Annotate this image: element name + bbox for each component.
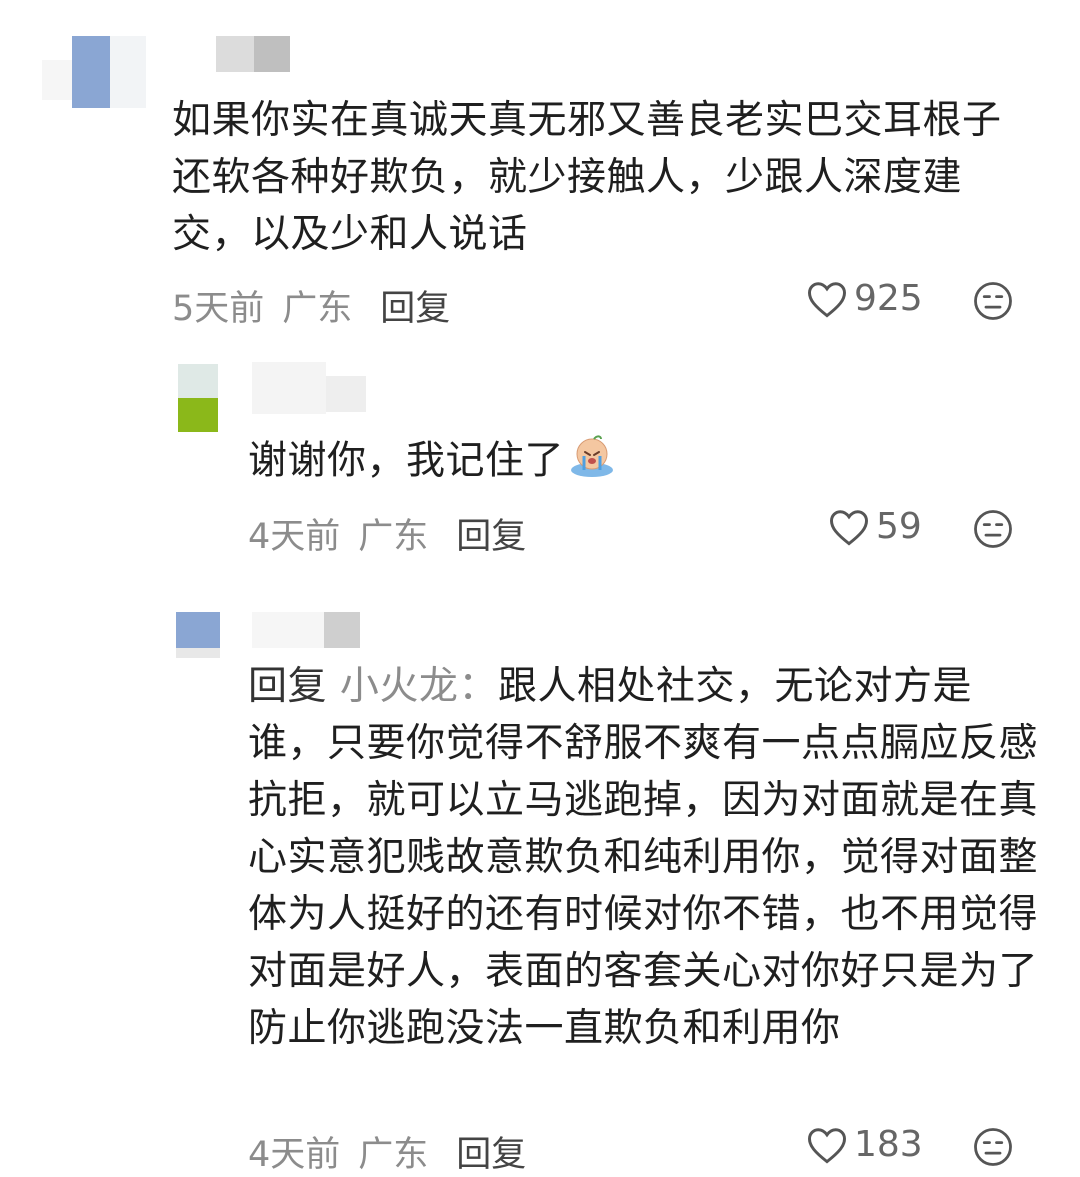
like-count: 183 [854,1124,923,1165]
comment-time: 5天前 [172,289,265,329]
crying-emoji-icon [568,432,616,494]
dislike-button[interactable] [972,280,1014,326]
username-blurred[interactable] [252,362,372,414]
comment-meta: 4天前 广东 回复 [248,1126,526,1177]
neutral-face-icon [974,510,1012,548]
comment-region: 广东 [358,517,429,557]
reply-button[interactable]: 回复 [456,1135,526,1175]
heart-outline-icon [808,281,846,318]
avatar[interactable] [42,36,146,108]
comment-time: 4天前 [248,1135,341,1175]
neutral-face-icon [974,282,1012,320]
comment-region: 广东 [358,1135,429,1175]
comment-text-content: 谢谢你，我记住了 [248,438,565,484]
neutral-face-icon [974,1128,1012,1166]
reply-button[interactable]: 回复 [456,517,526,557]
username-blurred[interactable] [178,36,290,72]
avatar[interactable] [176,612,220,658]
avatar[interactable] [178,364,218,432]
comment-time: 4天前 [248,517,341,557]
comment-meta: 4天前 广东 回复 [248,508,526,559]
dislike-button[interactable] [972,508,1014,554]
comment-region: 广东 [282,289,353,329]
comment-meta: 5天前 广东 回复 [172,280,450,331]
like-count: 59 [876,506,922,547]
like-count: 925 [854,278,923,319]
comment-text: 谢谢你，我记住了 [248,432,1028,494]
like-button[interactable]: 925 [806,278,923,319]
comment-text: 如果你实在真诚天真无邪又善良老实巴交耳根子还软各种好欺负，就少接触人，少跟人深度… [172,98,1002,257]
heart-outline-icon [808,1127,846,1164]
dislike-button[interactable] [972,1126,1014,1172]
reply-target-username[interactable]: 小火龙： [340,664,498,709]
like-button[interactable]: 183 [806,1124,923,1165]
username-blurred[interactable] [252,612,364,648]
comment-text-content: 跟人相处社交，无论对方是谁，只要你觉得不舒服不爽有一点点膈应反感抗拒，就可以立马… [248,664,1039,1051]
heart-outline-icon [830,509,868,546]
reply-button[interactable]: 回复 [380,289,450,329]
like-button[interactable]: 59 [828,506,922,547]
comment-text: 回复 小火龙：跟人相处社交，无论对方是谁，只要你觉得不舒服不爽有一点点膈应反感抗… [248,658,1038,1057]
reply-prefix: 回复 [248,664,328,709]
